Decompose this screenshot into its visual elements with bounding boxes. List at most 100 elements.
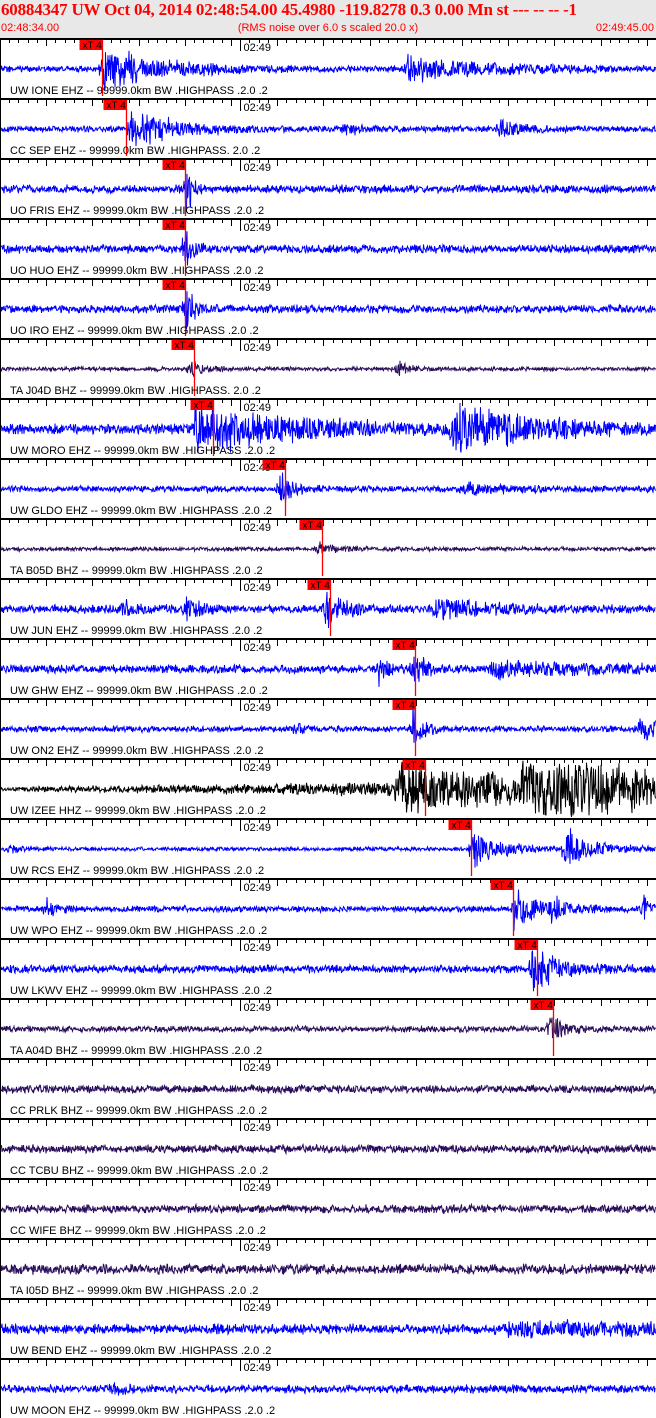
minute-tick-label: 02:49 [244, 162, 272, 174]
waveform [0, 230, 656, 266]
phase-pick-label: xT 4 [166, 161, 186, 172]
station-label: UW LKWV EHZ -- 99999.0km BW .HIGHPASS .2… [10, 985, 272, 997]
trace-separator [0, 938, 656, 940]
phase-pick-label: xT 4 [166, 221, 186, 232]
station-label: TA A04D BHZ -- 99999.0km BW .HIGHPASS .2… [10, 1045, 262, 1057]
minute-tick-label: 02:49 [244, 1122, 272, 1134]
station-label: UW JUN EHZ -- 99999.0km BW .HIGHPASS .2.… [10, 625, 262, 637]
trace-separator [0, 1058, 656, 1060]
phase-pick-label: xT 4 [266, 461, 286, 472]
minute-tick-label: 02:49 [244, 1002, 272, 1014]
trace-separator [0, 518, 656, 520]
station-label: UW GLDO EHZ -- 99999.0km BW .HIGHPASS .2… [10, 505, 272, 517]
trace-separator [0, 878, 656, 880]
phase-pick-label: xT 4 [311, 581, 331, 592]
station-label: UO IRO EHZ -- 99999.0km BW .HIGHPASS .2.… [10, 325, 259, 337]
trace-uo-fris: 02:49 xT 4 UO FRIS EHZ -- 99999.0km BW .HI… [0, 158, 656, 217]
phase-pick-label: xT 4 [107, 101, 127, 112]
minute-tick-label: 02:49 [244, 582, 272, 594]
station-label: CC WIFE BHZ -- 99999.0km BW .HIGHPASS .2… [10, 1225, 266, 1237]
end-time: 02:49:45.00 [595, 22, 654, 34]
trace-uw-izee: 02:49 xT 4 UW IZEE HHZ -- 99999.0km BW .HI… [0, 758, 656, 817]
station-label: UO HUO EHZ -- 99999.0km BW .HIGHPASS .2.… [10, 265, 263, 277]
station-label: UW MORO EHZ -- 99999.0km BW .HIGHPASS .2… [10, 445, 275, 457]
minute-tick-label: 02:49 [244, 42, 272, 54]
waveform [0, 541, 656, 555]
trace-separator [0, 998, 656, 1000]
trace-cc-tcbu: 02:49 CC TCBU BHZ -- 99999.0km BW .HIGHPA… [0, 1118, 656, 1177]
station-label: UW BEND EHZ -- 99999.0km BW .HIGHPASS .2… [10, 1345, 271, 1357]
trace-uw-gldo: 02:49xT 4UW GLDO EHZ -- 99999.0km BW .HI… [0, 458, 656, 517]
minute-tick-label: 02:49 [244, 642, 272, 654]
trace-cc-sep: 02:49 xT 4 CC SEP EHZ -- 99999.0km BW .HIG… [0, 98, 656, 157]
phase-pick-label: xT 4 [452, 821, 472, 832]
phase-pick-label: xT 4 [396, 641, 416, 652]
trace-separator [0, 1118, 656, 1120]
minute-tick-label: 02:49 [244, 522, 272, 534]
trace-uw-ghw: 02:49 xT 4 UW GHW EHZ -- 99999.0km BW .HIG… [0, 638, 656, 697]
station-label: TA I05D BHZ -- 99999.0km BW .HIGHPASS .2… [10, 1285, 258, 1297]
trace-separator [0, 758, 656, 760]
waveform [0, 656, 656, 687]
trace-ta-j04d: 02:49 xT 4 TA J04D BHZ -- 99999.0km BW .HI… [0, 338, 656, 397]
trace-uw-lkwv: 02:49 xT 4 UW LKWV EHZ -- 99999.0km BW .HI… [0, 938, 656, 997]
station-label: CC SEP EHZ -- 99999.0km BW .HIGHPASS. 2.… [10, 145, 260, 157]
minute-tick-label: 02:49 [244, 702, 272, 714]
waveform [0, 111, 656, 147]
minute-tick-label: 02:49 [244, 282, 272, 294]
minute-tick-label: 02:49 [244, 882, 272, 894]
trace-separator [0, 158, 656, 160]
phase-pick-label: xT 4 [396, 701, 416, 712]
trace-separator [0, 698, 656, 700]
station-label: UW WPO EHZ -- 99999.0km BW .HIGHPASS .2.… [10, 925, 267, 937]
trace-separator [0, 1178, 656, 1180]
minute-tick-label: 02:49 [244, 1242, 272, 1254]
minute-tick-label: 02:49 [244, 1062, 272, 1074]
minute-tick-label: 02:49 [244, 102, 272, 114]
trace-uw-wpo: 02:49 xT 4 UW WPO EHZ -- 99999.0km BW .HIG… [0, 878, 656, 937]
trace-uw-moon: 02:49 UW MOON EHZ -- 99999.0km BW .HIGHPA… [0, 1358, 656, 1417]
trace-uo-huo: 02:49 xT 4 UO HUO EHZ -- 99999.0km BW .HIG… [0, 218, 656, 277]
station-label: CC TCBU BHZ -- 99999.0km BW .HIGHPASS .2… [10, 1165, 268, 1177]
phase-pick-label: xT 4 [166, 281, 186, 292]
station-label: UW GHW EHZ -- 99999.0km BW .HIGHPASS .2.… [10, 685, 268, 697]
trace-uw-on2: 02:49 xT 4 UW ON2 EHZ -- 99999.0km BW .HIG… [0, 698, 656, 757]
minute-tick-label: 02:49 [244, 342, 272, 354]
phase-pick-label: xT 4 [494, 881, 514, 892]
waveform [0, 591, 656, 629]
waveform [0, 1083, 656, 1096]
minute-tick-label: 02:49 [244, 1182, 272, 1194]
station-label: UW ON2 EHZ -- 99999.0km BW .HIGHPASS .2.… [10, 745, 263, 757]
phase-pick-label: xT 4 [83, 41, 103, 52]
station-label: UW IZEE HHZ -- 99999.0km BW .HIGHPASS .2… [10, 805, 266, 817]
waveform [0, 1202, 656, 1215]
minute-tick-label: 02:49 [244, 402, 272, 414]
phase-pick-label: xT 4 [194, 401, 214, 412]
waveform [0, 1017, 656, 1039]
waveform [0, 360, 656, 378]
waveform [0, 1142, 656, 1156]
station-label: UW MOON EHZ -- 99999.0km BW .HIGHPASS .2… [10, 1405, 275, 1417]
phase-pick-label: xT 4 [406, 761, 426, 772]
station-label: UW RCS EHZ -- 99999.0km BW .HIGHPASS .2.… [10, 865, 264, 877]
trace-separator [0, 1238, 656, 1240]
phase-pick-label: xT 4 [534, 1001, 554, 1012]
trace-separator [0, 278, 656, 280]
trace-separator [0, 398, 656, 400]
scaling-note: (RMS noise over 6.0 s scaled 20.0 x) [237, 22, 419, 34]
trace-separator [0, 338, 656, 340]
trace-separator [0, 638, 656, 640]
minute-tick-label: 02:49 [244, 1302, 272, 1314]
trace-uw-ione: 02:49 xT 4 UW IONE EHZ -- 99999.0km BW .HI… [0, 38, 656, 97]
waveform [0, 703, 656, 743]
minute-tick-label: 02:49 [244, 222, 272, 234]
minute-tick-label: 02:49 [244, 762, 272, 774]
station-label: TA B05D BHZ -- 99999.0km BW .HIGHPASS .2… [10, 565, 263, 577]
event-header: 60884347 UW Oct 04, 2014 02:48:54.00 45.… [0, 0, 656, 38]
trace-separator [0, 1298, 656, 1300]
trace-uw-moro: 02:49 xT 4 UW MORO EHZ -- 99999.0km BW .HI… [0, 398, 656, 457]
station-label: CC PRLK BHZ -- 99999.0km BW .HIGHPASS .2… [10, 1105, 267, 1117]
seismogram-plot: 02:49 xT 4 UW IONE EHZ -- 99999.0km BW .HI… [0, 38, 656, 1418]
trace-ta-i05d: 02:49 TA I05D BHZ -- 99999.0km BW .HIGHPA… [0, 1238, 656, 1297]
waveform [0, 1319, 656, 1339]
